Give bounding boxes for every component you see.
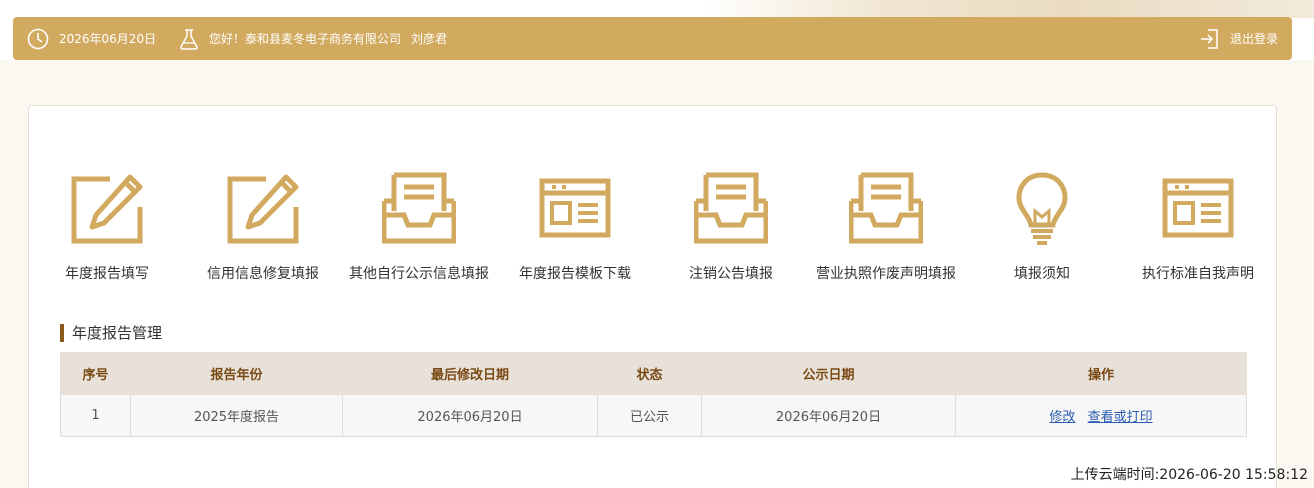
clock-icon	[27, 28, 49, 50]
col-modified: 最后修改日期	[342, 352, 598, 395]
background-decoration	[700, 0, 1314, 18]
template-icon	[1161, 171, 1235, 245]
cell-publish-date: 2026年06月20日	[701, 394, 956, 437]
section-title: 年度报告管理	[60, 324, 162, 342]
edit-icon	[226, 171, 300, 245]
annual-report-table: 序号 报告年份 最后修改日期 状态 公示日期 操作 1 2025年度报告 202…	[60, 352, 1247, 437]
logout-icon	[1200, 28, 1220, 50]
upload-time: 上传云端时间:2026-06-20 15:58:12	[1070, 467, 1308, 483]
lightbulb-icon	[1005, 171, 1079, 245]
date-display: 2026年06月20日	[27, 17, 156, 60]
function-8[interactable]: 执行标准自我声明	[1118, 171, 1278, 291]
cell-index: 1	[60, 394, 131, 437]
greeting-text: 您好！泰和县麦冬电子商务有限公司	[209, 32, 402, 46]
logout-button[interactable]: 退出登录	[1190, 17, 1278, 60]
col-publish-date: 公示日期	[701, 352, 956, 395]
inbox-icon	[381, 171, 457, 245]
col-status: 状态	[597, 352, 702, 395]
edit-icon	[70, 171, 144, 245]
cell-actions: 修改 查看或打印	[955, 394, 1247, 437]
logout-label: 退出登录	[1229, 32, 1278, 46]
inbox-icon	[693, 171, 769, 245]
function-label: 执行标准自我声明	[1142, 266, 1254, 282]
top-bar: 2026年06月20日 您好！泰和县麦冬电子商务有限公司 刘彦君 退出登录	[13, 17, 1292, 60]
current-date: 2026年06月20日	[59, 32, 157, 46]
inbox-icon	[848, 171, 924, 245]
table-row: 1 2025年度报告 2026年06月20日 已公示 2026年06月20日 修…	[60, 394, 1247, 437]
cell-status: 已公示	[597, 394, 702, 437]
flask-icon	[179, 28, 199, 50]
view-print-link[interactable]: 查看或打印	[1088, 410, 1153, 425]
col-actions: 操作	[955, 352, 1247, 395]
greeting: 您好！泰和县麦冬电子商务有限公司 刘彦君	[179, 17, 447, 60]
col-year: 报告年份	[130, 352, 343, 395]
cell-modified: 2026年06月20日	[342, 394, 598, 437]
main-card: 年度报告填写 信用信息修复填报 其他自行公示信息填报 年度报告模板下载 注销公告填报 营业…	[28, 105, 1277, 488]
template-icon	[538, 171, 612, 245]
edit-link[interactable]: 修改	[1049, 410, 1075, 425]
cell-year: 2025年度报告	[130, 394, 343, 437]
col-index: 序号	[60, 352, 131, 395]
user-name: 刘彦君	[411, 32, 448, 46]
table-header-row: 序号 报告年份 最后修改日期 状态 公示日期 操作	[60, 352, 1247, 395]
